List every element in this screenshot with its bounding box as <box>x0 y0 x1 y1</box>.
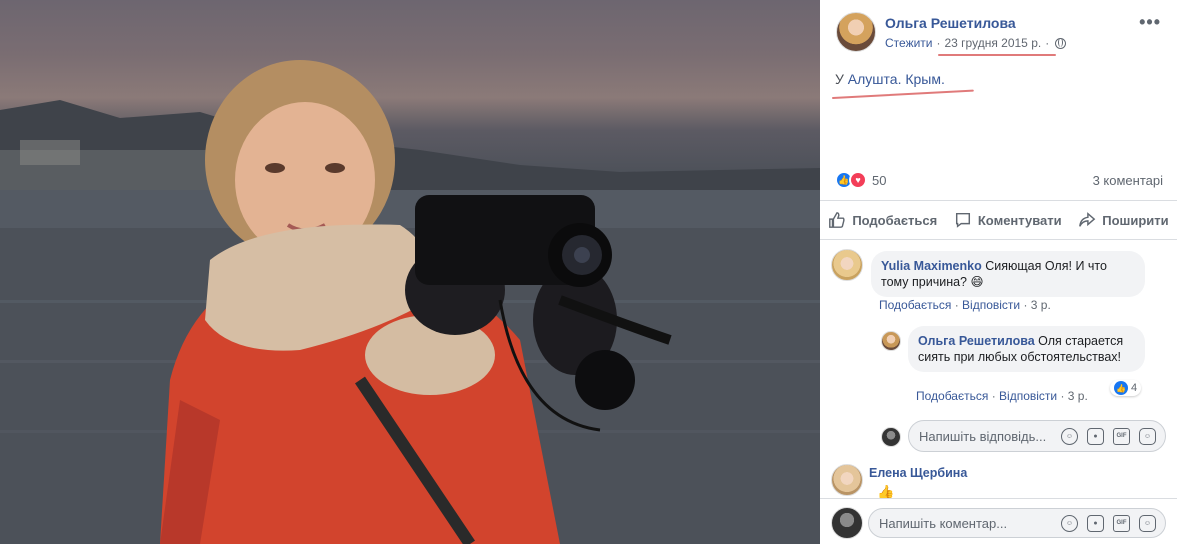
comment-button[interactable]: Коментувати <box>954 211 1062 229</box>
date-annotation-underline <box>938 54 1056 56</box>
commenter-avatar[interactable] <box>831 249 863 281</box>
sticker-icon[interactable]: ☺ <box>1139 514 1156 532</box>
comment-actions: Подобається · Відповісти · 3 р. <box>879 298 1051 312</box>
author-name[interactable]: Ольга Решетилова <box>885 15 1016 31</box>
camera-icon[interactable]: ● <box>1087 427 1104 445</box>
comment-reply-link[interactable]: Відповісти <box>962 298 1020 312</box>
post-meta: Стежити · 23 грудня 2015 р. · <box>885 36 1067 50</box>
comment-composer: ☺ ● GIF ☺ <box>820 498 1177 544</box>
share-button-label: Поширити <box>1102 212 1169 228</box>
gif-icon[interactable]: GIF <box>1113 427 1130 445</box>
reply-time[interactable]: 3 р. <box>1068 389 1088 403</box>
thumbs-up-icon <box>829 212 845 228</box>
reaction-summary[interactable]: 👍 ♥ 50 <box>835 171 886 189</box>
like-button[interactable]: Подобається <box>828 211 937 229</box>
meta-separator: · <box>936 36 941 50</box>
post-photo[interactable] <box>0 0 820 544</box>
like-reaction-icon: 👍 <box>1114 381 1128 395</box>
reply-actions: Подобається · Відповісти · 3 р. <box>916 389 1088 403</box>
reply-like-count: 4 <box>1131 382 1138 394</box>
camera-icon[interactable]: ● <box>1087 514 1104 532</box>
sticker-icon[interactable]: ☺ <box>1139 427 1156 445</box>
reply-reaction-badge[interactable]: 👍 4 <box>1110 380 1142 396</box>
comments-count[interactable]: 3 коментарі <box>1093 173 1163 188</box>
location-annotation-underline <box>831 89 974 99</box>
share-icon <box>1079 212 1096 227</box>
comment-icon <box>955 212 970 228</box>
more-options-icon[interactable]: ••• <box>1139 12 1161 33</box>
reply-reply-link[interactable]: Відповісти <box>999 389 1057 403</box>
location-link[interactable]: Алушта. Крым. <box>848 71 945 87</box>
reply-input-box: ☺ ● GIF ☺ <box>908 420 1166 452</box>
commenter-avatar[interactable] <box>831 464 863 496</box>
photo-illustration <box>0 60 820 544</box>
comment-input[interactable] <box>869 515 1061 531</box>
comment-author[interactable]: Елена Щербина <box>869 466 967 480</box>
reaction-count: 50 <box>872 172 887 188</box>
emoji-icon[interactable]: ☺ <box>1061 427 1078 445</box>
comment-bubble: Yulia Maximenko Сияющая Оля! И что тому … <box>871 251 1145 297</box>
comment-time[interactable]: 3 р. <box>1031 298 1051 312</box>
post-panel: Ольга Решетилова Стежити · 23 грудня 201… <box>820 0 1177 544</box>
follow-link[interactable]: Стежити <box>885 36 933 50</box>
post-action-bar: Подобається Коментувати Поширити <box>820 200 1177 240</box>
current-user-avatar[interactable] <box>881 427 901 447</box>
location-prefix: У <box>835 71 844 87</box>
meta-separator: · <box>1045 36 1050 50</box>
share-button[interactable]: Поширити <box>1078 211 1169 229</box>
current-user-avatar[interactable] <box>831 507 863 539</box>
gif-icon[interactable]: GIF <box>1113 514 1130 532</box>
love-reaction-icon: ♥ <box>849 171 867 189</box>
reply-input[interactable] <box>909 428 1061 444</box>
reply-like-link[interactable]: Подобається <box>916 389 988 403</box>
comment-like-link[interactable]: Подобається <box>879 298 951 312</box>
replier-avatar[interactable] <box>881 331 901 351</box>
emoji-icon[interactable]: ☺ <box>1061 514 1078 532</box>
globe-icon <box>1055 37 1067 49</box>
comment-input-icons: ☺ ● GIF ☺ <box>1061 514 1165 532</box>
reply-bubble: Ольга Решетилова Оля старается сиять при… <box>908 326 1145 372</box>
comment-input-box: ☺ ● GIF ☺ <box>868 508 1166 538</box>
post-date[interactable]: 23 грудня 2015 р. <box>945 36 1042 50</box>
post-location: У Алушта. Крым. <box>835 71 945 87</box>
like-button-label: Подобається <box>852 212 938 228</box>
comment-author[interactable]: Yulia Maximenko <box>881 259 982 273</box>
reply-author[interactable]: Ольга Решетилова <box>918 334 1035 348</box>
reply-input-icons: ☺ ● GIF ☺ <box>1061 427 1165 445</box>
comment-button-label: Коментувати <box>977 212 1062 228</box>
author-avatar[interactable] <box>836 12 876 52</box>
